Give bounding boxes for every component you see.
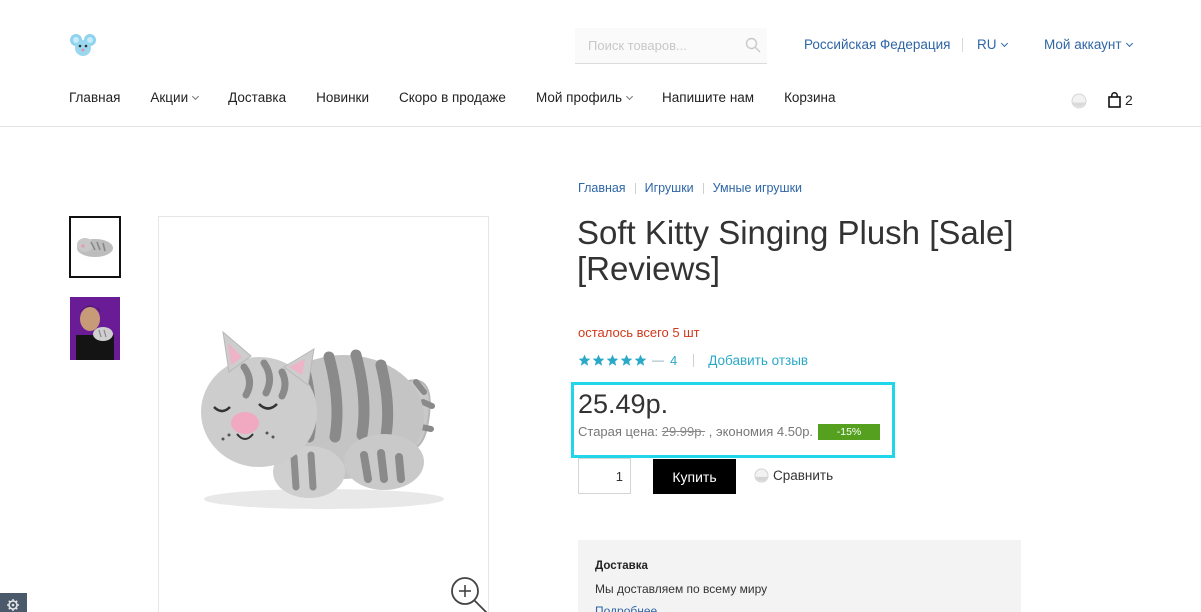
old-price: 29.99р.: [661, 424, 706, 439]
product-main-image[interactable]: [158, 216, 489, 612]
rating-dash: —: [652, 353, 664, 367]
delivery-text: Мы доставляем по всему миру: [595, 582, 768, 596]
gear-icon: [7, 599, 19, 611]
delivery-info: Доставка Мы доставляем по всему миру Под…: [578, 540, 1021, 612]
header: Российская Федерация RU Мой аккаунт: [0, 0, 1201, 88]
search-box: [575, 28, 767, 64]
divider: [962, 38, 963, 52]
nav-item-coming-soon[interactable]: Скоро в продаже: [399, 90, 506, 110]
account-label: Мой аккаунт: [1044, 37, 1122, 52]
star-icon: [634, 354, 647, 366]
language-label: RU: [977, 37, 997, 52]
breadcrumb-item-toys[interactable]: Игрушки: [645, 181, 694, 195]
breadcrumb-separator: [702, 182, 704, 194]
zoom-icon[interactable]: [448, 574, 490, 612]
nav-item-home[interactable]: Главная: [69, 90, 120, 110]
thumbnail-photo[interactable]: [70, 297, 120, 360]
soft-kitty-plush-image: [159, 217, 488, 612]
cart-button[interactable]: 2: [1108, 91, 1133, 109]
nav-item-cart[interactable]: Корзина: [784, 90, 835, 110]
current-price: 25.49р.: [578, 389, 669, 419]
main-nav: Главная Акции Доставка Новинки Скоро в п…: [69, 90, 866, 110]
compare-label: Сравнить: [773, 468, 834, 483]
buy-button[interactable]: Купить: [653, 459, 736, 494]
nav-item-profile[interactable]: Мой профиль: [536, 90, 634, 110]
chevron-down-icon: [1125, 39, 1133, 48]
saving-text: , экономия 4.50р.: [708, 424, 814, 439]
breadcrumb-item-smart-toys[interactable]: Умные игрушки: [713, 181, 802, 195]
region-selector[interactable]: Российская Федерация: [804, 37, 950, 52]
add-review-link[interactable]: Добавить отзыв: [708, 353, 808, 368]
compare-icon[interactable]: [1071, 93, 1087, 109]
nav-item-new[interactable]: Новинки: [316, 90, 369, 110]
chevron-down-icon: [626, 92, 634, 101]
header-divider: [0, 126, 1201, 127]
old-price-line: Старая цена: 29.99р. , экономия 4.50р.: [578, 424, 813, 439]
compare-button[interactable]: Сравнить: [754, 468, 833, 483]
chevron-down-icon: [192, 92, 200, 101]
cart-count: 2: [1125, 92, 1133, 108]
discount-badge: -15%: [818, 424, 880, 440]
reviews-count[interactable]: 4: [670, 353, 677, 368]
language-selector[interactable]: RU: [977, 37, 1008, 52]
person-holding-plush-image: [70, 297, 120, 360]
star-icon: [620, 354, 633, 366]
star-icon: [592, 354, 605, 366]
nav-item-delivery[interactable]: Доставка: [228, 90, 286, 110]
star-icon: [606, 354, 619, 366]
breadcrumb-item-home[interactable]: Главная: [578, 181, 626, 195]
chevron-down-icon: [1000, 39, 1008, 48]
plush-thumbnail-image: [71, 218, 119, 276]
nav-item-contact[interactable]: Напишите нам: [662, 90, 754, 110]
thumbnail-plush[interactable]: [69, 216, 121, 278]
product-rating: — 4 Добавить отзыв: [578, 351, 808, 369]
breadcrumb-separator: [634, 182, 636, 194]
search-icon[interactable]: [745, 37, 761, 53]
old-price-label: Старая цена:: [578, 424, 659, 439]
nav-item-sales[interactable]: Акции: [150, 90, 200, 110]
account-menu[interactable]: Мой аккаунт: [1044, 37, 1133, 52]
product-title: Soft Kitty Singing Plush [Sale] [Reviews…: [577, 214, 1014, 287]
rating-stars: [578, 354, 648, 367]
settings-button[interactable]: [0, 593, 27, 612]
logo-mouse-icon[interactable]: [69, 31, 97, 59]
star-icon: [578, 354, 591, 366]
search-input[interactable]: [575, 28, 725, 62]
quantity-input[interactable]: [578, 458, 631, 494]
shopping-bag-icon: [1108, 92, 1121, 108]
stock-status: осталось всего 5 шт: [578, 325, 700, 340]
delivery-more-link[interactable]: Подробнее: [595, 604, 657, 612]
compare-icon: [754, 468, 769, 483]
breadcrumb: Главная Игрушки Умные игрушки: [578, 181, 802, 195]
delivery-heading: Доставка: [595, 560, 648, 572]
divider: [693, 353, 695, 367]
